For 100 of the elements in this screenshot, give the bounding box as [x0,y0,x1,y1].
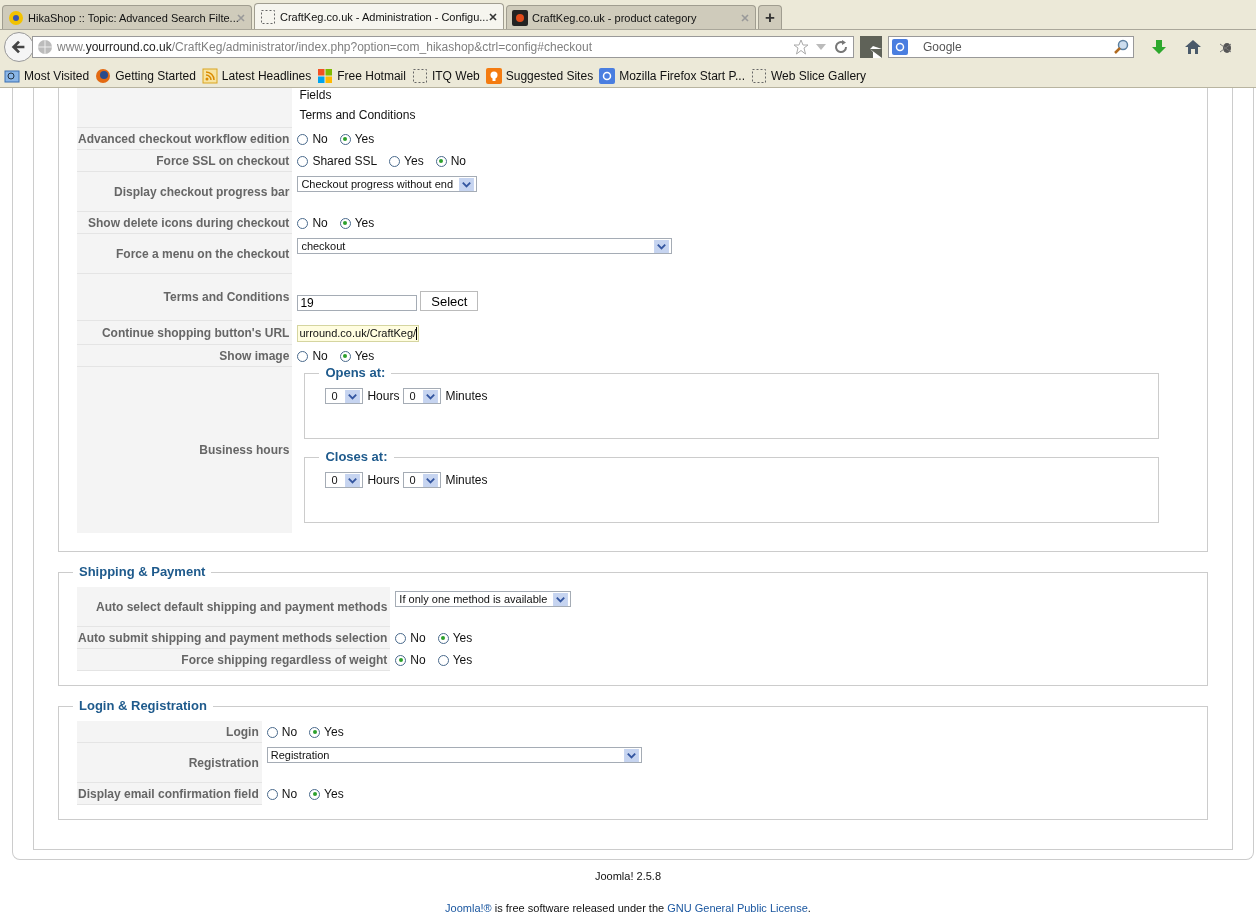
license-link[interactable]: GNU General Public License [667,902,808,914]
star-icon[interactable] [793,39,809,55]
page-icon [411,67,428,84]
home-icon[interactable] [1184,38,1202,56]
radio-button[interactable] [437,654,449,666]
caret-icon [345,473,361,487]
dropdown[interactable]: checkout [297,238,673,254]
group-title: Closes at: [319,449,394,464]
field-text: Fields [299,88,332,102]
radio-button[interactable] [339,217,351,229]
option-label: Yes [354,132,375,146]
field-label: Display email confirmation field [78,786,259,801]
radio-button[interactable] [437,632,449,644]
page-icon [750,67,767,84]
unit-label: Minutes [445,389,488,403]
radio-button[interactable] [395,654,407,666]
option-label: No [281,787,298,801]
field-label: Registration [188,755,259,770]
select-button[interactable]: Select [420,291,479,311]
url-field[interactable]: urround.co.uk/CraftKeg/ [297,324,420,342]
bookmark[interactable]: Free Hotmail [317,67,406,84]
field-text: Terms and Conditions [299,108,416,122]
option-label: Yes [324,725,344,739]
dropdown[interactable]: 0 [325,472,364,488]
unit-label: Minutes [445,473,488,487]
page-icon [260,8,276,25]
option-label: Yes [354,216,375,230]
field-label: Terms and Conditions [163,290,290,304]
section-title: Login & Registration [73,698,213,713]
option-label: No [312,132,328,146]
radio-button[interactable] [395,632,407,644]
bookmark[interactable]: Most Visited [4,67,90,84]
radio-button[interactable] [309,788,321,800]
dropdown[interactable]: 0 [403,388,442,404]
option-label: Shared SSL [312,154,378,168]
search-icon[interactable] [1113,39,1129,55]
field-label: Advanced checkout workflow edition [78,131,290,146]
radio-button[interactable] [339,133,351,145]
field-label: Auto submit shipping and payment methods selection [78,630,388,645]
browser-tab[interactable]: CraftKeg.co.uk - product category [506,5,756,29]
text-field[interactable]: 19 [297,295,418,311]
browser-tab[interactable]: HikaShop :: Topic: Advanced Search Filte... [2,5,252,29]
app-icon [512,9,528,26]
radio-button[interactable] [435,155,447,167]
feed-icon [201,67,218,84]
field-label: Show delete icons during checkout [88,215,290,230]
dropdown[interactable]: Registration [266,747,642,763]
close-icon[interactable] [488,11,498,22]
option-label: Yes [452,631,473,645]
joomla-link[interactable]: Joomla!® [445,902,492,914]
bookmark[interactable]: Suggested Sites [485,67,594,84]
bookmark[interactable]: Latest Headlines [201,67,312,84]
bookmark[interactable]: Mozilla Firefox Start P... [599,67,745,84]
unit-label: Hours [367,473,400,487]
unit-label: Hours [367,389,400,403]
option-label: No [410,653,426,667]
field-label: Force a menu on the checkout [116,246,290,261]
dropdown[interactable]: 0 [403,472,442,488]
radio-button[interactable] [297,133,309,145]
radio-button[interactable] [389,155,401,167]
caret-icon [345,389,361,403]
field-label: Force shipping regardless of weight [181,652,388,667]
field-label: Business hours [199,443,290,457]
caret-icon [423,473,439,487]
license-text: Joomla!® is free software released under the GNU General Public License. [444,902,812,914]
download-icon[interactable] [1150,38,1168,56]
ring-icon [599,67,616,84]
search-field[interactable]: Google [888,36,1134,58]
option-label: Yes [324,787,344,801]
option-label: No [312,216,328,230]
bookmark[interactable]: Web Slice Gallery [750,67,867,84]
radio-button[interactable] [309,726,321,738]
field-label: Display checkout progress bar [113,184,290,199]
bookmark[interactable]: ITQ Web [411,67,480,84]
bookmark[interactable]: Getting Started [95,67,196,84]
radio-button[interactable] [297,350,309,362]
dropdown[interactable]: 0 [325,388,364,404]
browser-tab[interactable]: CraftKeg.co.uk - Administration - Configu... [254,3,504,29]
reload-icon[interactable] [833,39,849,55]
radio-button[interactable] [266,726,278,738]
caret-icon [423,389,439,403]
radio-button[interactable] [297,155,309,167]
caret-icon [623,748,639,762]
caret-icon [459,177,475,191]
radio-button[interactable] [297,217,309,229]
caret-icon [654,239,670,253]
search-engine-icon[interactable] [892,39,908,55]
bulb-icon [485,67,502,84]
option-label: Yes [404,154,424,168]
back-button[interactable] [4,32,34,62]
radio-button[interactable] [266,788,278,800]
dropdown[interactable]: If only one method is available [395,591,572,607]
field-label: Auto select default shipping and payment methods [96,599,388,614]
radio-button[interactable] [339,350,351,362]
option-label: No [450,154,466,168]
field-label: Force SSL on checkout [156,153,290,168]
address-bar[interactable]: www.yourround.co.uk/CraftKeg/administrator/index.php?option=com_hikashop&ctrl=config#checkout [32,36,854,58]
four-squares-icon [317,67,334,84]
new-tab-button[interactable]: + [758,5,782,29]
dropdown[interactable]: Checkout progress without end [297,176,478,192]
